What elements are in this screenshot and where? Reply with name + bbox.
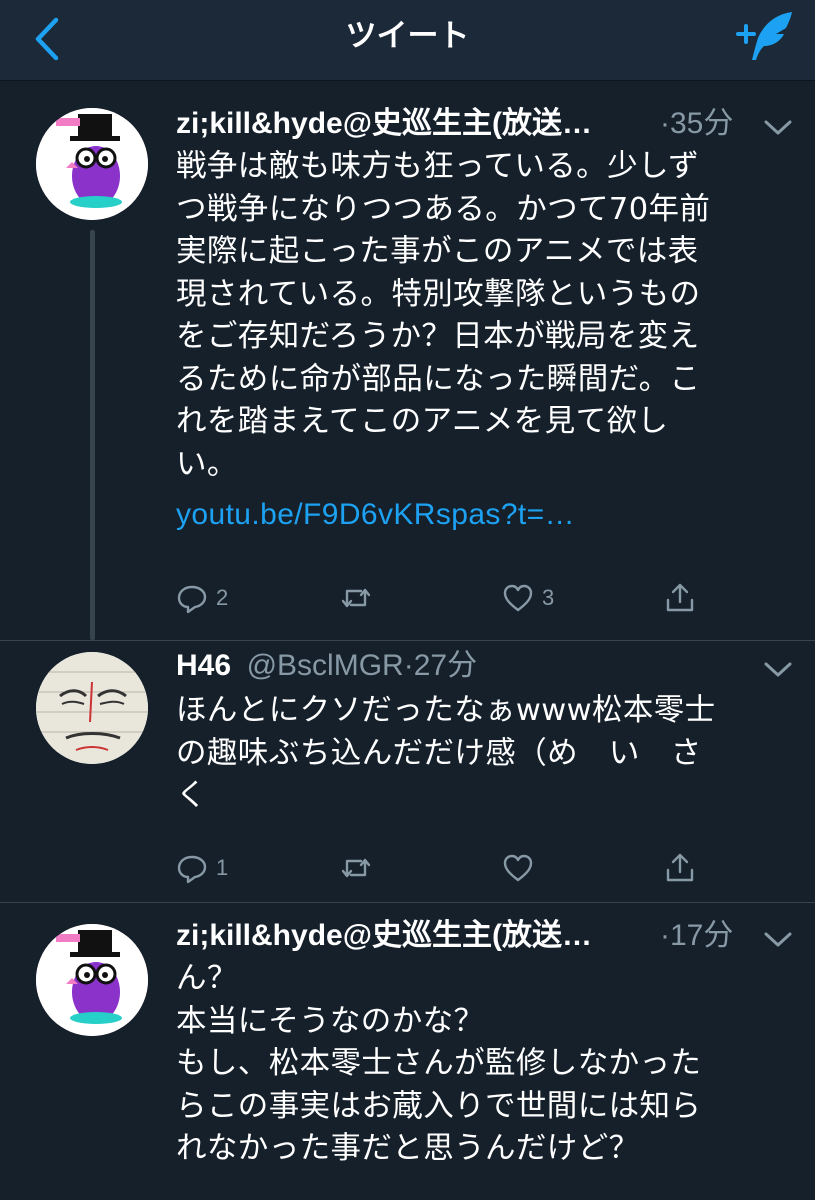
tweet-3[interactable]: zi;kill&hyde@史巡生主(放送… ·17分 ん？ 本当にそうなのかな？… <box>0 902 815 1200</box>
avatar-image <box>36 108 148 220</box>
tweet-actions: 1 <box>176 848 716 888</box>
reply-icon <box>177 855 207 884</box>
user-handle[interactable]: @BsclMGR <box>247 649 404 682</box>
avatar[interactable] <box>36 652 148 764</box>
tweet-line: れなかった事だと思うんだけど？ <box>176 1131 640 1166</box>
tweet-line: 実際に起こった事がこのアニメでは表 <box>176 234 699 269</box>
share-icon <box>666 853 694 882</box>
tweet-line: をご存知だろうか？日本が戦局を変え <box>176 319 700 354</box>
like-count: 3 <box>542 585 555 610</box>
display-name[interactable]: zi;kill&hyde@史巡生主(放送… <box>176 919 592 952</box>
reply-count: 1 <box>216 855 229 880</box>
avatar-image <box>36 924 148 1036</box>
retweet-button[interactable] <box>340 578 380 618</box>
page-title: ツイート <box>345 18 470 53</box>
timestamp[interactable]: ·17分 <box>660 914 733 958</box>
timestamp[interactable]: ·27分 <box>404 649 477 682</box>
tweet-text: ん？ 本当にそうなのかな？ もし、松本零士さんが監修しなかった らこの事実はお蔵… <box>176 958 791 1171</box>
tweet-line: く <box>176 778 207 813</box>
tweet-2[interactable]: H46 @BsclMGR·27分 ほんとにクソだったなぁwww松本零士 の趣味ぶ… <box>0 640 815 902</box>
retweet-icon <box>341 588 371 608</box>
tweet-header: zi;kill&hyde@史巡生主(放送… ·35分 <box>176 102 791 146</box>
tweet-line: ほんとにクソだったなぁwww松本零士 <box>176 693 716 728</box>
share-button[interactable] <box>664 578 696 618</box>
retweet-button[interactable] <box>340 848 380 888</box>
avatar[interactable] <box>36 108 148 220</box>
display-name[interactable]: zi;kill&hyde@史巡生主(放送… <box>176 107 592 140</box>
reply-button[interactable]: 1 <box>176 848 228 888</box>
avatar-image <box>36 652 148 764</box>
tweet-line: 現されている。特別攻撃隊というもの <box>176 276 701 312</box>
navigation-bar: ツイート <box>0 0 815 81</box>
tweet-text: ほんとにクソだったなぁwww松本零士 の趣味ぶち込んだだけ感（め い さ く <box>176 690 791 818</box>
tweet-text: 戦争は敵も味方も狂っている。少しず つ戦争になりつつある。かつて70年前 実際に… <box>176 146 791 537</box>
share-icon <box>666 583 694 612</box>
heart-icon <box>503 854 533 882</box>
tweet-line: 戦争は敵も味方も狂っている。少しず <box>176 149 700 184</box>
compose-tweet-icon[interactable] <box>732 8 796 64</box>
reply-icon <box>177 585 207 614</box>
tweet-line: 本当にそうなのかな？ <box>176 1003 485 1039</box>
chevron-down-icon[interactable] <box>763 118 793 138</box>
tweet-line: い。 <box>176 446 238 482</box>
timestamp[interactable]: ·35分 <box>660 102 733 146</box>
reply-button[interactable]: 2 <box>176 578 228 618</box>
tweet-1[interactable]: zi;kill&hyde@史巡生主(放送… ·35分 戦争は敵も味方も狂っている… <box>0 80 815 640</box>
tweet-link[interactable]: youtu.be/F9D6vKRspas?t=… <box>176 494 791 537</box>
like-button[interactable] <box>502 848 542 888</box>
share-button[interactable] <box>664 848 696 888</box>
tweet-line: もし、松本零士さんが監修しなかった <box>176 1046 702 1081</box>
like-button[interactable]: 3 <box>502 578 554 618</box>
tweet-header: zi;kill&hyde@史巡生主(放送… ·17分 <box>176 914 791 958</box>
tweet-line: るために命が部品になった瞬間だ。こ <box>176 361 701 397</box>
tweet-header: H46 @BsclMGR·27分 <box>176 644 791 688</box>
chevron-down-icon[interactable] <box>763 930 793 950</box>
tweet-line: ん？ <box>176 961 238 996</box>
tweet-line: つ戦争になりつつある。かつて70年前 <box>176 191 711 227</box>
heart-icon <box>503 584 533 612</box>
tweet-line: れを踏まえてこのアニメを見て欲し <box>176 404 669 439</box>
retweet-icon <box>341 858 371 878</box>
avatar[interactable] <box>36 924 148 1036</box>
tweet-line: の趣味ぶち込んだだけ感（め い さ <box>176 735 702 771</box>
tweet-line: らこの事実はお蔵入りで世間には知ら <box>176 1088 702 1124</box>
reply-count: 2 <box>216 585 229 610</box>
chevron-down-icon[interactable] <box>763 660 793 680</box>
display-name[interactable]: H46 <box>176 649 231 682</box>
tweet-actions: 2 3 <box>176 578 716 618</box>
thread-line <box>90 230 95 640</box>
